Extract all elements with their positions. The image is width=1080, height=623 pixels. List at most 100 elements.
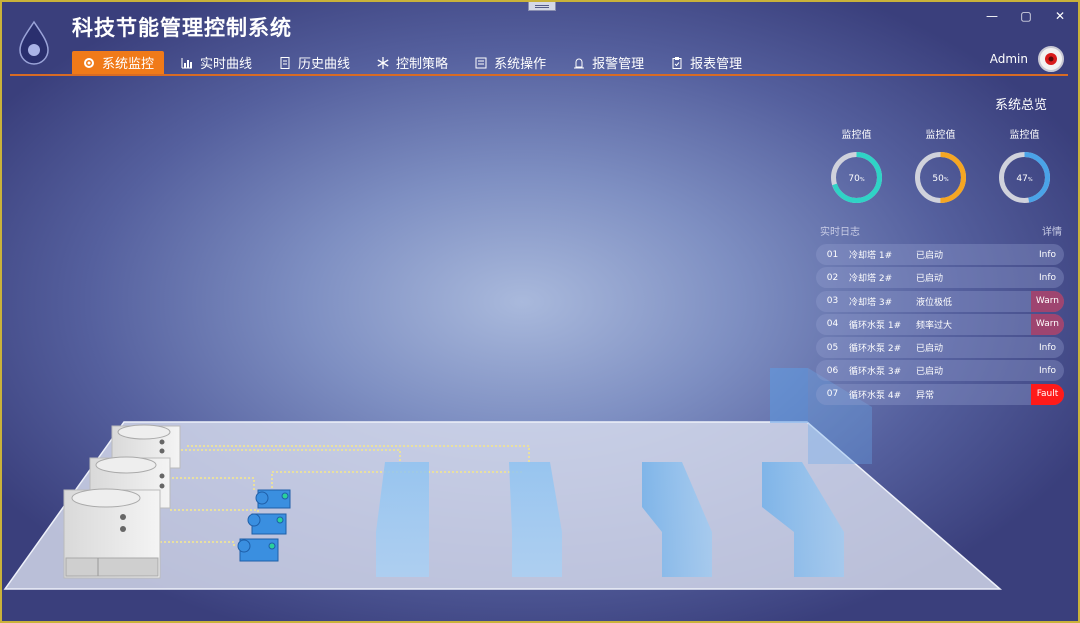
- tab-system-monitor[interactable]: 系统监控: [72, 51, 165, 74]
- gauge-value: 70%: [848, 174, 864, 184]
- user-avatar-icon: [1045, 53, 1057, 65]
- gauge-ring: 70%: [831, 152, 882, 203]
- gauge-label: 监控值: [841, 130, 872, 141]
- tab-label: 系统操作: [494, 57, 547, 72]
- app-title: 科技节能管理控制系统: [72, 16, 292, 40]
- gauge-1: 监控值 70%: [828, 126, 885, 210]
- cooling-tower-2: [89, 456, 171, 509]
- gauge-label: 监控值: [925, 130, 956, 141]
- gauge-ring: 50%: [915, 152, 966, 203]
- log-row-level-badge[interactable]: Info: [1031, 337, 1064, 358]
- user-name: Admin: [989, 52, 1028, 66]
- gauge-value: 47%: [1016, 174, 1032, 184]
- pump-1: [255, 489, 291, 509]
- log-row-number: 01: [826, 249, 839, 260]
- window-controls: — ▢ ✕: [984, 8, 1068, 24]
- tab-label: 实时曲线: [200, 57, 253, 72]
- log-detail-label: 详情: [1042, 227, 1062, 238]
- log-row-number: 02: [826, 272, 839, 283]
- overview-title: 系统总览: [995, 98, 1048, 113]
- gauge-2: 监控值 50%: [912, 126, 969, 210]
- log-header: 实时日志 详情: [820, 223, 1062, 238]
- log-row-status: 已启动: [916, 274, 944, 285]
- close-icon[interactable]: ✕: [1052, 8, 1068, 24]
- alarm-icon: [574, 58, 585, 68]
- document-icon: [280, 56, 290, 69]
- log-row-number: 05: [826, 342, 839, 353]
- log-row[interactable]: 06 循环水泵 3# 已启动 Info: [816, 360, 1064, 382]
- log-row-status: 已启动: [916, 367, 944, 378]
- gear-icon: [84, 57, 94, 68]
- log-row-level-badge[interactable]: Fault: [1031, 383, 1064, 405]
- tab-label: 报警管理: [592, 57, 645, 72]
- log-row-device: 循环水泵 3#: [849, 367, 902, 378]
- list-icon: [475, 57, 487, 68]
- tank-1: [376, 462, 429, 577]
- tab-system-operation[interactable]: 系统操作: [464, 51, 556, 74]
- window-grab-handle[interactable]: [528, 2, 556, 11]
- tank-2: [509, 462, 562, 577]
- floor-platform: [3, 421, 1003, 590]
- gauge-ring: 47%: [999, 152, 1050, 203]
- log-row-level-badge[interactable]: Info: [1031, 244, 1064, 265]
- log-row-status: 已启动: [916, 251, 944, 261]
- user-area: Admin: [990, 46, 1064, 72]
- cooling-tower-1: [63, 488, 161, 579]
- main-window: 科技节能管理控制系统 — ▢ ✕ 系统监控 实时曲线 历史曲线 控制策略 系统操…: [0, 0, 1080, 623]
- pump-2: [247, 513, 287, 535]
- log-row-device: 循环水泵 4#: [849, 390, 902, 401]
- company-logo: [19, 20, 49, 65]
- tab-realtime-curve[interactable]: 实时曲线: [170, 51, 262, 74]
- gauge-group: 监控值 70% 监控值 50% 监控值 47%: [828, 126, 1053, 210]
- log-row-level-badge[interactable]: Warn: [1030, 290, 1064, 312]
- log-row[interactable]: 05 循环水泵 2# 已启动 Info: [816, 337, 1064, 359]
- log-row-level-badge[interactable]: Info: [1031, 267, 1064, 288]
- log-row-number: 03: [826, 296, 839, 307]
- tab-label: 系统监控: [102, 57, 155, 72]
- log-row-status: 已启动: [916, 344, 944, 355]
- pump-3: [237, 538, 279, 562]
- clipboard-icon: [672, 56, 682, 69]
- tab-control-strategy[interactable]: 控制策略: [366, 51, 458, 74]
- log-row-device: 冷却塔 1#: [849, 251, 893, 261]
- log-row-status: 异常: [916, 390, 935, 401]
- log-row[interactable]: 07 循环水泵 4# 异常 Fault: [816, 383, 1064, 405]
- log-row-number: 07: [826, 389, 839, 400]
- log-row-device: 循环水泵 2#: [849, 344, 902, 355]
- log-row[interactable]: 01 冷却塔 1# 已启动 Info: [816, 244, 1064, 265]
- tab-report-management[interactable]: 报表管理: [660, 51, 752, 74]
- log-row-device: 循环水泵 1#: [849, 320, 902, 331]
- realtime-log: 01 冷却塔 1# 已启动 Info 02 冷却塔 2# 已启动 Info 03 冷却塔 3# 液位…: [816, 244, 1064, 407]
- log-row[interactable]: 02 冷却塔 2# 已启动 Info: [816, 267, 1064, 289]
- log-row-level-badge[interactable]: Warn: [1030, 313, 1064, 335]
- bar-chart-icon: [181, 57, 193, 68]
- log-title: 实时日志: [820, 227, 860, 238]
- snowflake-icon: [377, 56, 389, 69]
- log-row-number: 06: [826, 365, 839, 376]
- log-row-number: 04: [826, 319, 839, 330]
- tab-history-curve[interactable]: 历史曲线: [268, 51, 360, 74]
- log-row[interactable]: 04 循环水泵 1# 频率过大 Warn: [816, 313, 1064, 335]
- tank-3: [642, 462, 712, 577]
- tank-4: [762, 462, 844, 577]
- log-row-level-badge[interactable]: Info: [1031, 360, 1064, 381]
- tab-label: 报表管理: [690, 57, 743, 72]
- tab-alarm-management[interactable]: 报警管理: [562, 51, 654, 74]
- minimize-icon[interactable]: —: [984, 8, 1000, 24]
- gauge-label: 监控值: [1009, 130, 1040, 141]
- gauge-3: 监控值 47%: [996, 126, 1053, 210]
- back-tank: [770, 368, 808, 423]
- log-row-status: 频率过大: [916, 320, 953, 331]
- maximize-icon[interactable]: ▢: [1018, 8, 1034, 24]
- log-row-device: 冷却塔 2#: [849, 274, 893, 285]
- gauge-value: 50%: [932, 174, 948, 184]
- tab-label: 历史曲线: [298, 57, 351, 72]
- log-row-device: 冷却塔 3#: [849, 297, 893, 308]
- nav-divider: [10, 74, 1068, 76]
- main-nav: 系统监控 实时曲线 历史曲线 控制策略 系统操作 报警管理 报表管理: [72, 51, 758, 74]
- cooling-tower-3: [111, 424, 181, 469]
- log-row[interactable]: 03 冷却塔 3# 液位极低 Warn: [816, 290, 1064, 312]
- avatar[interactable]: [1038, 46, 1064, 72]
- tab-label: 控制策略: [396, 57, 449, 72]
- log-row-status: 液位极低: [916, 297, 953, 308]
